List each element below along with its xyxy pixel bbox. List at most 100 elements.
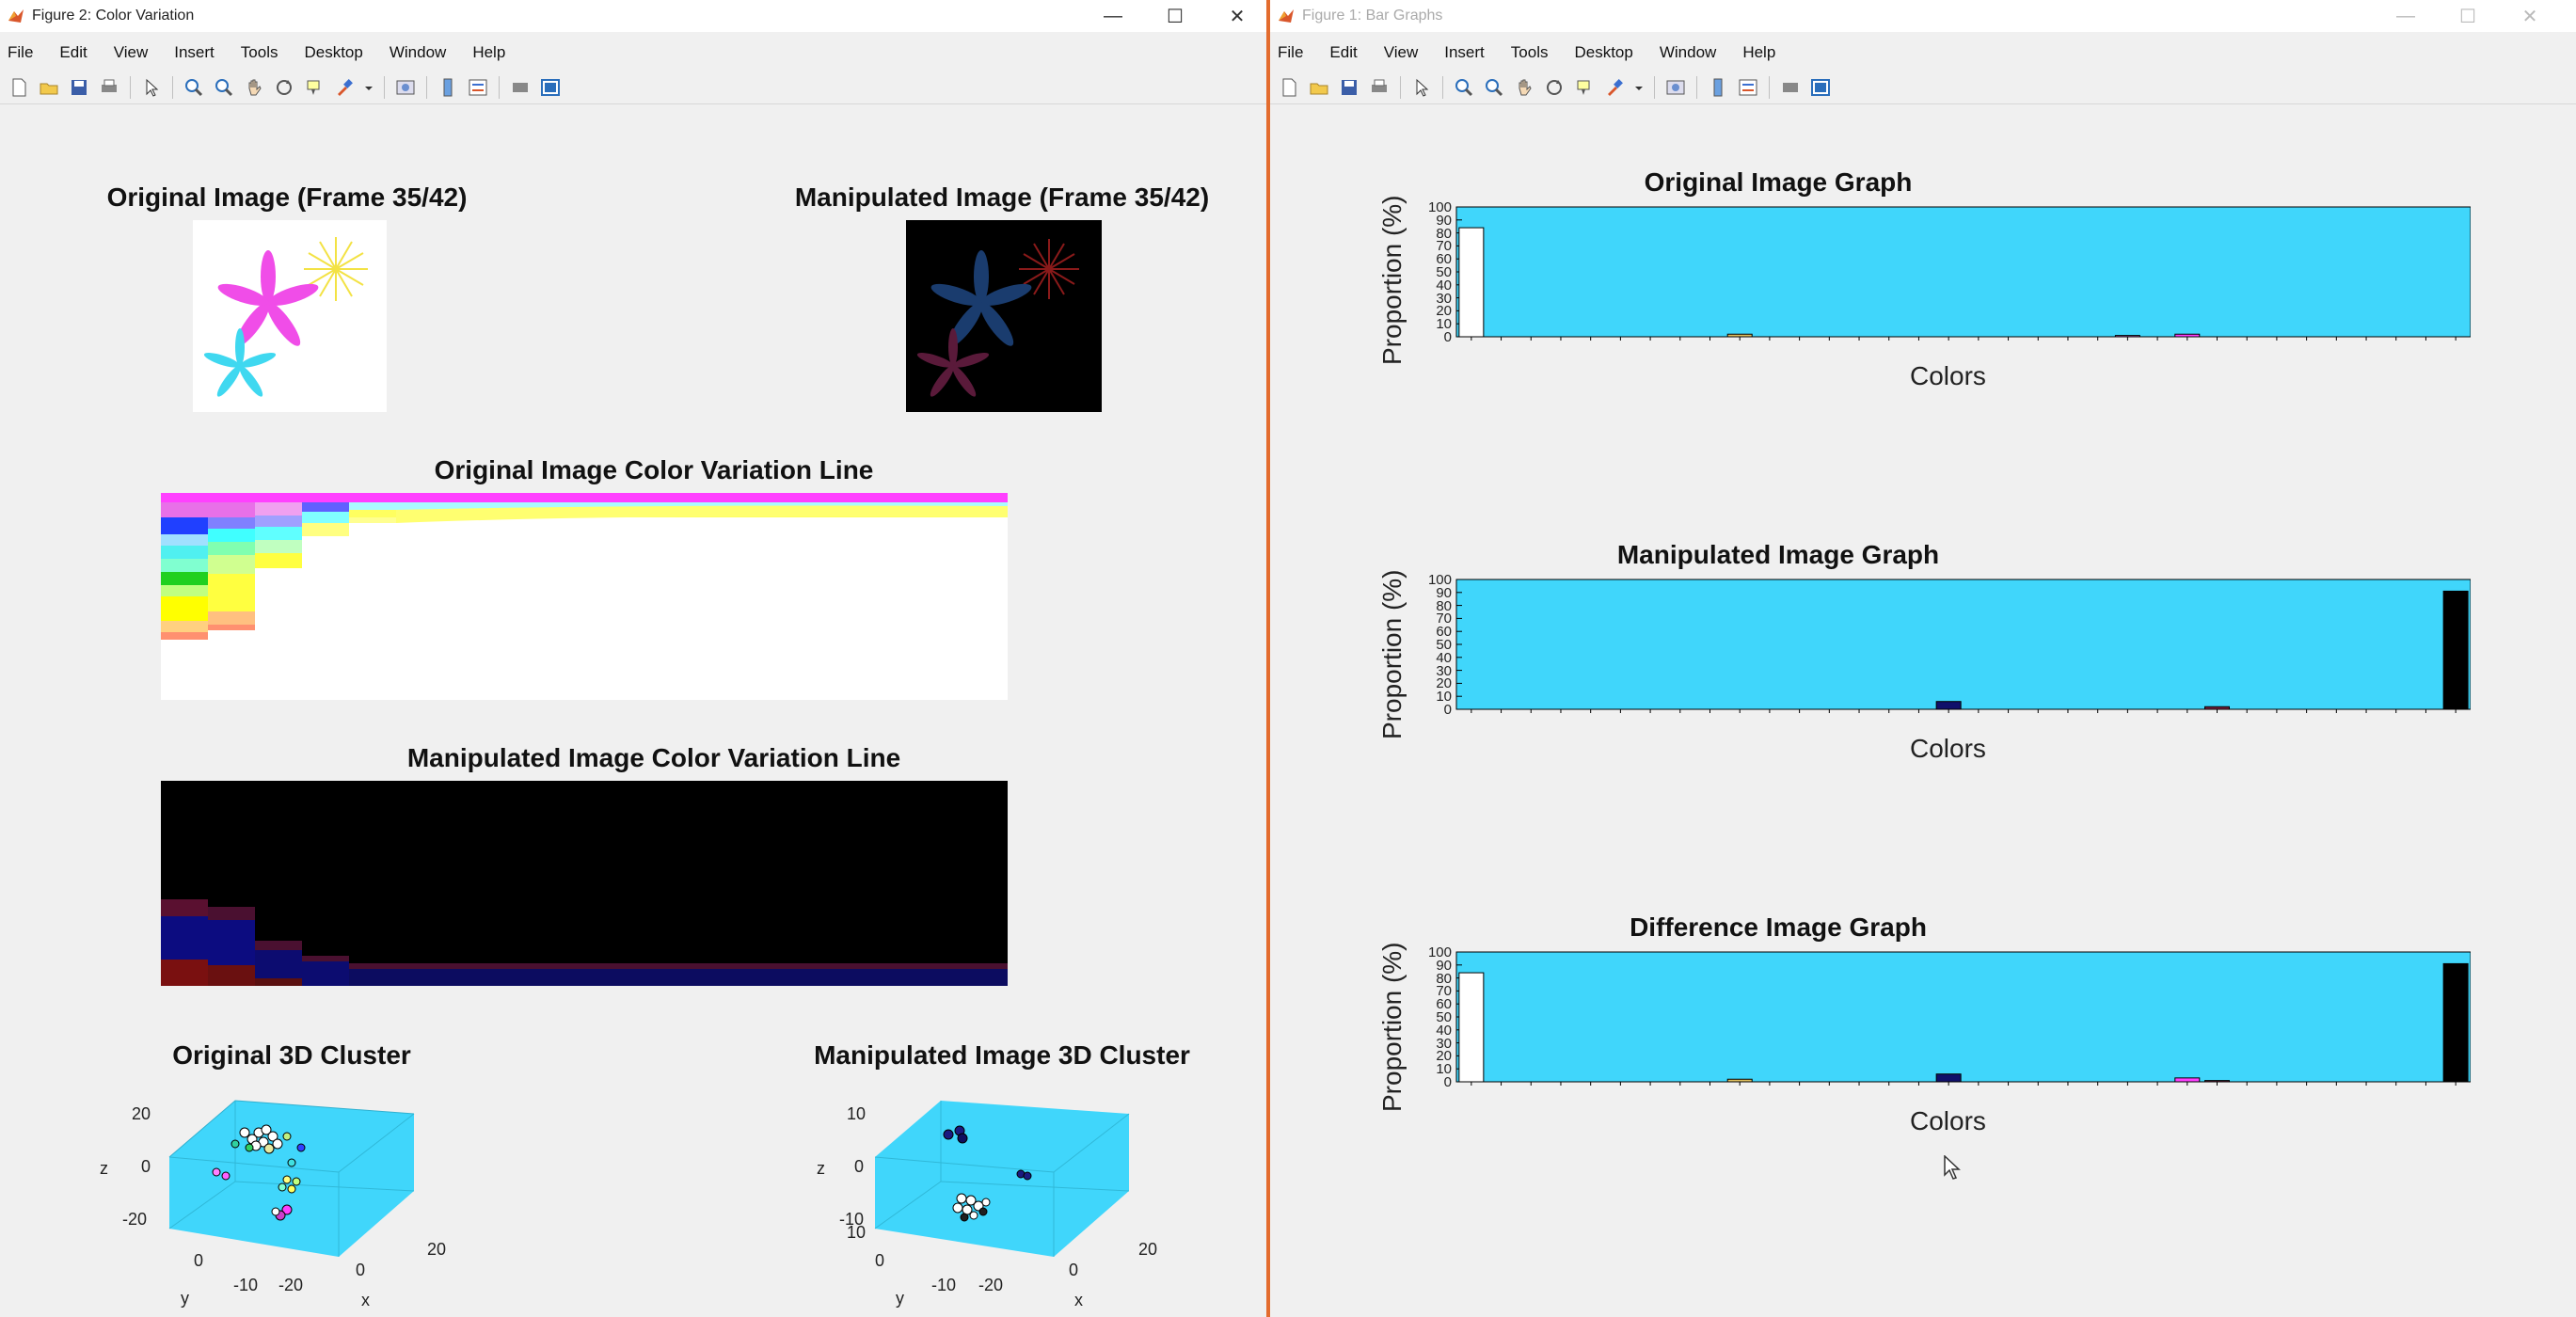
manip-cluster-ztick: 10 <box>847 1104 867 1123</box>
menu-insert[interactable]: Insert <box>1444 43 1485 62</box>
open-file-icon[interactable] <box>1309 77 1329 98</box>
original-graph-xlabel: Colors <box>1910 361 1986 390</box>
manipulated-image-frame <box>906 220 1102 412</box>
plot-area <box>1455 951 2471 1083</box>
menu-edit[interactable]: Edit <box>1329 43 1357 62</box>
legend-icon[interactable] <box>468 77 488 98</box>
menu-view[interactable]: View <box>1384 43 1419 62</box>
bar <box>1458 972 1485 1083</box>
small-bar <box>1935 1073 1962 1083</box>
menu-bar: File Edit View Insert Tools Desktop Wind… <box>1270 38 2576 68</box>
show-plot-tools-icon[interactable] <box>1810 77 1831 98</box>
maximize-button[interactable]: ☐ <box>2437 0 2499 32</box>
menu-desktop[interactable]: Desktop <box>304 43 362 62</box>
print-icon[interactable] <box>99 77 119 98</box>
original-color-variation-line <box>161 493 1008 700</box>
menu-desktop[interactable]: Desktop <box>1574 43 1632 62</box>
plot-area <box>1455 579 2471 710</box>
minimize-button[interactable]: — <box>1082 0 1144 32</box>
small-bar <box>2204 1080 2230 1083</box>
link-plot-icon[interactable] <box>395 77 416 98</box>
close-button[interactable]: ✕ <box>2499 0 2561 32</box>
save-icon[interactable] <box>1339 77 1360 98</box>
menu-insert[interactable]: Insert <box>174 43 215 62</box>
manip-cluster-ytick: -10 <box>931 1276 957 1294</box>
rotate-3d-icon[interactable] <box>1544 77 1565 98</box>
left-figure-window: Figure 2: Color Variation — ☐ ✕ File Edi… <box>0 0 1266 1317</box>
pointer-icon[interactable] <box>141 77 162 98</box>
window-title: Figure 1: Bar Graphs <box>1302 8 1443 24</box>
menu-window[interactable]: Window <box>390 43 446 62</box>
orig-cluster-ytick: -20 <box>278 1276 304 1294</box>
orig-cluster-xtick: 20 <box>427 1240 447 1259</box>
chevron-down-icon[interactable] <box>364 77 374 98</box>
manip-cluster-ylabel: y <box>896 1289 904 1308</box>
close-button[interactable]: ✕ <box>1206 0 1266 32</box>
menu-help[interactable]: Help <box>472 43 505 62</box>
original-image-frame <box>193 220 387 412</box>
right-figure-window: Figure 1: Bar Graphs — ☐ ✕ File Edit Vie… <box>1270 0 2576 1317</box>
manip-cluster-ztick: 0 <box>854 1157 865 1176</box>
chevron-down-icon[interactable] <box>1634 77 1644 98</box>
orig-cluster-xtick: 0 <box>356 1261 366 1279</box>
menu-edit[interactable]: Edit <box>59 43 87 62</box>
zoom-in-icon[interactable] <box>1454 77 1474 98</box>
menu-help[interactable]: Help <box>1742 43 1775 62</box>
toolbar-separator <box>499 76 500 99</box>
small-bar <box>2204 706 2230 710</box>
menu-tools[interactable]: Tools <box>1511 43 1549 62</box>
save-icon[interactable] <box>69 77 89 98</box>
matlab-icon <box>1279 9 1294 23</box>
original-graph-ylabel: Proportion (%) <box>1377 195 1407 365</box>
toolbar-separator <box>1696 76 1697 99</box>
menu-view[interactable]: View <box>114 43 149 62</box>
manip-cluster-ytick: -20 <box>978 1276 1004 1294</box>
right-title-bar[interactable]: Figure 1: Bar Graphs — ☐ ✕ <box>1270 0 2576 32</box>
original-cluster-title: Original 3D Cluster <box>172 1040 411 1070</box>
hide-plot-tools-icon[interactable] <box>1780 77 1801 98</box>
menu-tools[interactable]: Tools <box>241 43 278 62</box>
show-plot-tools-icon[interactable] <box>540 77 561 98</box>
pointer-icon[interactable] <box>1411 77 1432 98</box>
menu-bar: File Edit View Insert Tools Desktop Wind… <box>0 38 1266 68</box>
data-cursor-icon[interactable] <box>304 77 325 98</box>
legend-icon[interactable] <box>1738 77 1758 98</box>
hide-plot-tools-icon[interactable] <box>510 77 531 98</box>
manip-cluster-zlabel: z <box>817 1159 825 1178</box>
manip-cluster-ytick: 0 <box>875 1251 885 1270</box>
open-file-icon[interactable] <box>39 77 59 98</box>
manipulated-image-title: Manipulated Image (Frame 35/42) <box>794 182 1210 212</box>
small-bar <box>2174 1077 2201 1083</box>
brush-icon[interactable] <box>334 77 355 98</box>
zoom-in-icon[interactable] <box>183 77 204 98</box>
window-title: Figure 2: Color Variation <box>32 8 195 24</box>
menu-file[interactable]: File <box>8 43 33 62</box>
brush-icon[interactable] <box>1604 77 1625 98</box>
maximize-button[interactable]: ☐ <box>1144 0 1206 32</box>
toolbar-separator <box>426 76 427 99</box>
colorbar-icon[interactable] <box>437 77 458 98</box>
orig-cluster-zlabel: z <box>100 1159 108 1178</box>
minimize-button[interactable]: — <box>2375 0 2437 32</box>
link-plot-icon[interactable] <box>1665 77 1686 98</box>
zoom-out-icon[interactable] <box>214 77 234 98</box>
original-graph-title: Original Image Graph <box>1644 167 1913 197</box>
rotate-3d-icon[interactable] <box>274 77 294 98</box>
zoom-out-icon[interactable] <box>1484 77 1504 98</box>
orig-cluster-ytick: 0 <box>194 1251 204 1270</box>
pan-icon[interactable] <box>244 77 264 98</box>
bar <box>2442 962 2469 1083</box>
new-figure-icon[interactable] <box>8 77 29 98</box>
colorbar-icon[interactable] <box>1708 77 1728 98</box>
pan-icon[interactable] <box>1514 77 1534 98</box>
new-figure-icon[interactable] <box>1279 77 1299 98</box>
manipulated-color-line-title: Manipulated Image Color Variation Line <box>406 743 901 772</box>
data-cursor-icon[interactable] <box>1574 77 1595 98</box>
menu-window[interactable]: Window <box>1660 43 1716 62</box>
orig-cluster-ztick: -20 <box>122 1210 148 1229</box>
left-title-bar[interactable]: Figure 2: Color Variation — ☐ ✕ <box>0 0 1266 32</box>
print-icon[interactable] <box>1369 77 1390 98</box>
menu-file[interactable]: File <box>1278 43 1303 62</box>
manip-cluster-ytick: 10 <box>847 1223 867 1242</box>
manipulated-graph-xlabel: Colors <box>1910 734 1986 763</box>
